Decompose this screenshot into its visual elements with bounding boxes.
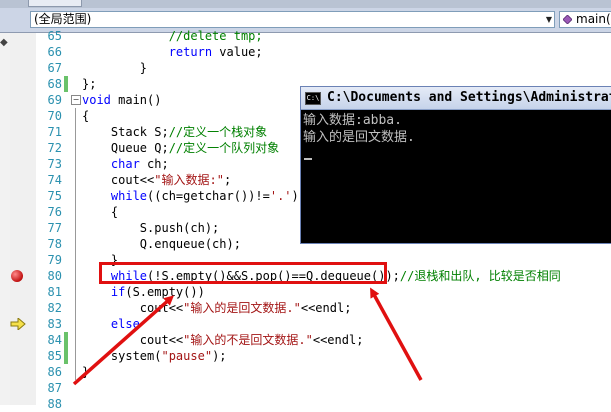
line-number: 76 — [47, 205, 62, 219]
change-indicator — [64, 76, 68, 92]
change-indicator — [64, 348, 68, 364]
code-text[interactable]: cout<<"输入的不是回文数据."<<endl; — [82, 332, 364, 348]
line-number: 78 — [47, 237, 62, 251]
line-number: 72 — [47, 141, 62, 155]
line-number: 84 — [47, 333, 62, 347]
code-text[interactable]: { — [82, 204, 118, 220]
member-dropdown-label: main() — [576, 12, 611, 26]
code-text[interactable]: cout<<"输入数据:"; — [82, 172, 231, 188]
console-output-line: 输入的是回文数据. — [303, 130, 415, 145]
line-number: 74 — [47, 173, 62, 187]
code-line[interactable]: 86} — [0, 364, 611, 380]
breakpoint-icon[interactable] — [11, 270, 23, 282]
code-line[interactable]: 85 system("pause"); — [0, 348, 611, 364]
line-number: 77 — [47, 221, 62, 235]
line-number: 85 — [47, 349, 62, 363]
highlight-box — [99, 262, 387, 284]
line-number: 73 — [47, 157, 62, 171]
line-number: 83 — [47, 317, 62, 331]
code-line[interactable]: 66 return value; — [0, 44, 611, 60]
code-line[interactable]: 88 — [0, 396, 611, 412]
console-title: C:\Documents and Settings\Administrator\ — [327, 90, 611, 105]
scope-dropdown-label: (全局范围) — [34, 12, 92, 26]
line-number: 75 — [47, 189, 62, 203]
code-text[interactable]: Q.enqueue(ch); — [82, 236, 241, 252]
line-number: 71 — [47, 125, 62, 139]
console-title-bar[interactable]: C:\ C:\Documents and Settings\Administra… — [301, 87, 611, 110]
console-output-line: 输入数据:abba. — [303, 113, 402, 128]
code-text[interactable]: Queue Q;//定义一个队列对象 — [82, 140, 279, 156]
code-text[interactable]: cout<<"输入的是回文数据."<<endl; — [82, 300, 352, 316]
code-line[interactable]: 82 cout<<"输入的是回文数据."<<endl; — [0, 300, 611, 316]
code-text[interactable]: while((ch=getchar())!='.') — [82, 188, 299, 204]
line-number: 87 — [47, 381, 62, 395]
line-number: 80 — [47, 269, 62, 283]
line-number: 70 — [47, 109, 62, 123]
line-number: 67 — [47, 61, 62, 75]
line-number: 86 — [47, 365, 62, 379]
code-text[interactable]: { — [82, 108, 89, 124]
line-number: 88 — [47, 397, 62, 411]
console-icon: C:\ — [305, 92, 321, 105]
line-number: 81 — [47, 285, 62, 299]
line-number: 65 — [47, 29, 62, 43]
code-line[interactable]: 65 //delete tmp; — [0, 28, 611, 44]
console-window[interactable]: C:\ C:\Documents and Settings\Administra… — [300, 86, 611, 244]
code-line[interactable]: 81 if(S.empty()) — [0, 284, 611, 300]
code-text[interactable]: //delete tmp; — [82, 28, 263, 44]
code-line[interactable]: 87 — [0, 380, 611, 396]
fold-guide — [75, 108, 76, 380]
editor-tab[interactable] — [28, 0, 82, 7]
code-text[interactable]: system("pause"); — [82, 348, 227, 364]
current-statement-arrow-icon — [10, 318, 26, 330]
code-text[interactable]: Stack S;//定义一个栈对象 — [82, 124, 267, 140]
code-text[interactable]: if(S.empty()) — [82, 284, 205, 300]
line-number: 68 — [47, 77, 62, 91]
code-text[interactable]: } — [82, 364, 89, 380]
code-text[interactable]: char ch; — [82, 156, 169, 172]
code-line[interactable]: 83 else — [0, 316, 611, 332]
chevron-down-icon[interactable]: ▼ — [546, 12, 552, 27]
scope-dropdown[interactable]: (全局范围) ▼ — [30, 11, 555, 28]
line-number: 66 — [47, 45, 62, 59]
code-text[interactable]: S.push(ch); — [82, 220, 219, 236]
code-line[interactable]: 84 cout<<"输入的不是回文数据."<<endl; — [0, 332, 611, 348]
change-indicator — [64, 332, 68, 348]
line-number: 82 — [47, 301, 62, 315]
editor-tab-strip — [0, 0, 611, 8]
code-text[interactable]: else — [82, 316, 140, 332]
line-number: 69 — [47, 93, 62, 107]
code-line[interactable]: 67 } — [0, 60, 611, 76]
code-text[interactable]: }; — [82, 76, 96, 92]
code-text[interactable]: } — [82, 60, 147, 76]
code-text[interactable]: return value; — [82, 44, 263, 60]
line-number: 79 — [47, 253, 62, 267]
member-dropdown[interactable]: main() — [559, 11, 611, 28]
method-icon — [563, 15, 572, 24]
code-text[interactable]: void main() — [82, 92, 161, 108]
fold-toggle[interactable]: − — [71, 95, 81, 105]
console-cursor — [304, 158, 312, 160]
